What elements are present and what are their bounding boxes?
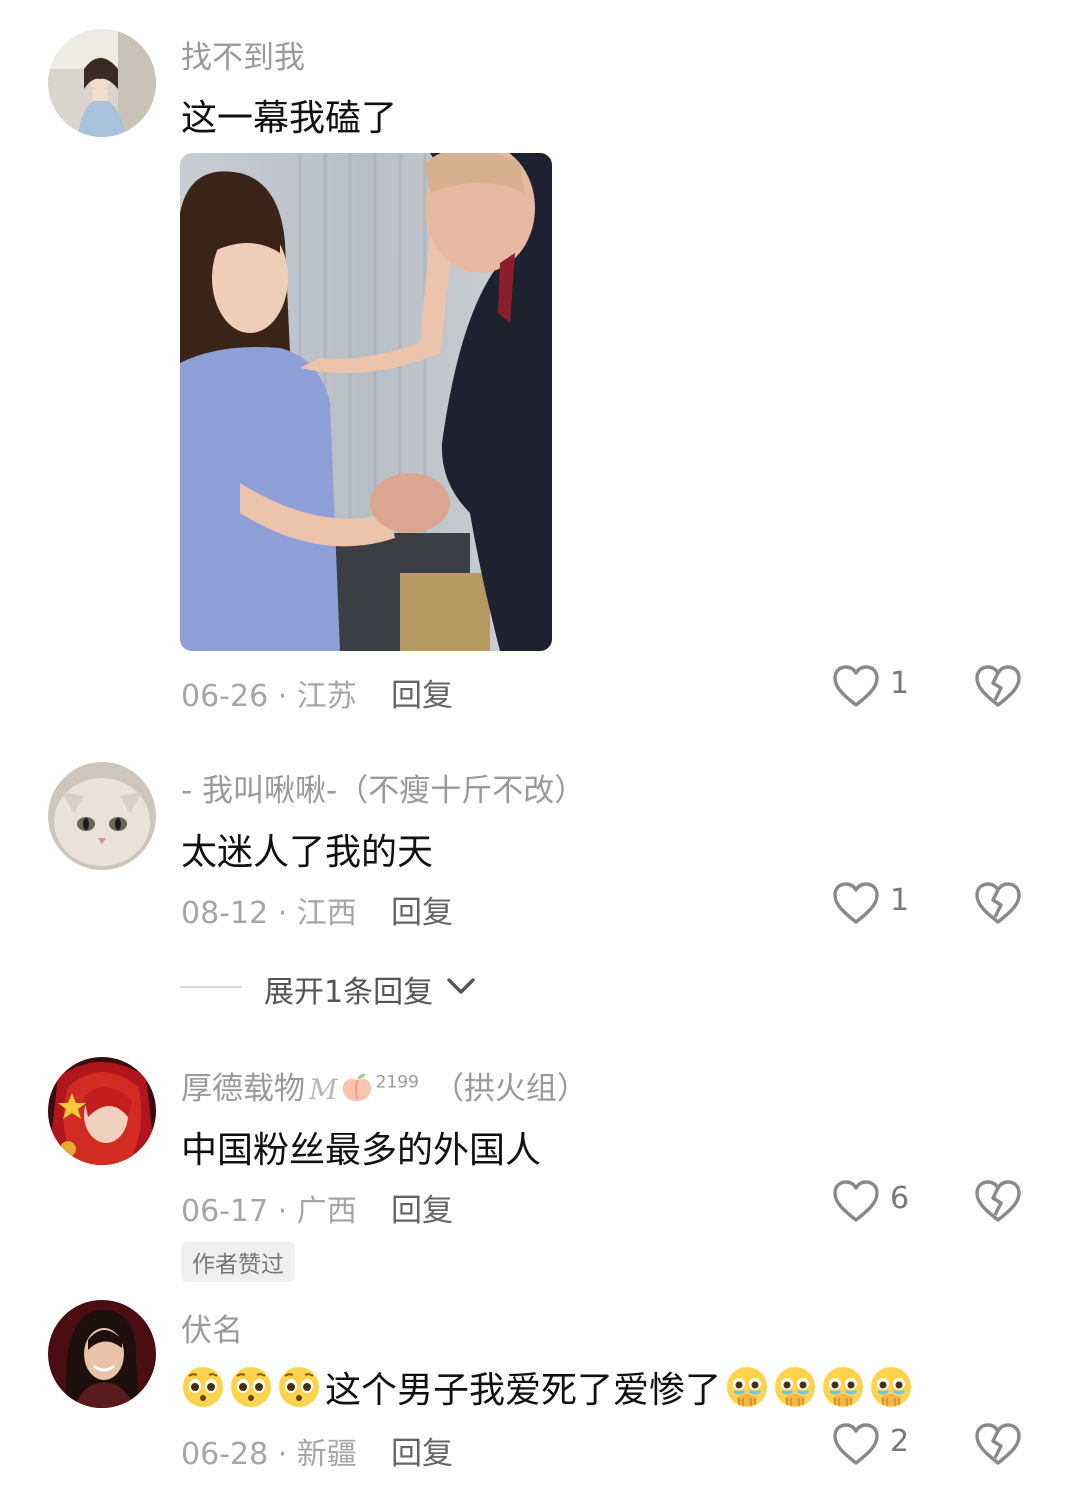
- comment-image[interactable]: [180, 153, 552, 651]
- avatar-image: [48, 762, 156, 870]
- expand-replies-label: 展开1条回复: [264, 975, 434, 1010]
- like-button[interactable]: 6: [832, 1177, 922, 1227]
- peach-icon: [340, 1071, 374, 1111]
- dislike-button[interactable]: [974, 1422, 1024, 1472]
- meta-separator: ·: [268, 1437, 297, 1472]
- comment-location: 江西: [296, 896, 357, 931]
- comment-location: 新疆: [296, 1437, 357, 1472]
- username[interactable]: 伏名: [181, 1305, 243, 1350]
- like-button[interactable]: 2: [832, 1420, 922, 1470]
- username-text: 厚德载物: [181, 1071, 305, 1107]
- avatar[interactable]: [48, 1057, 156, 1165]
- holding-back-tears-icon: [773, 1365, 817, 1409]
- comment-text: 这一幕我磕了: [181, 98, 398, 139]
- username[interactable]: - 我叫啾啾-（不瘦十斤不改）: [181, 765, 585, 810]
- comment-meta: 06-26 · 江苏: [181, 671, 357, 715]
- comment-date: 06-17: [181, 1194, 269, 1229]
- broken-heart-icon: [975, 1423, 1021, 1465]
- pleading-face-icon: [181, 1365, 225, 1409]
- pleading-face-icon: [229, 1365, 273, 1409]
- dislike-button[interactable]: [974, 1179, 1024, 1229]
- divider-line: [180, 986, 242, 988]
- username-level: 2199: [375, 1072, 419, 1093]
- meta-separator: ·: [268, 679, 297, 714]
- avatar-image: [48, 1057, 156, 1165]
- heart-outline-icon: [833, 1180, 879, 1222]
- reply-button[interactable]: 回复: [391, 670, 453, 715]
- avatar[interactable]: [48, 1300, 156, 1408]
- comment-date: 08-12: [181, 896, 269, 931]
- reply-button[interactable]: 回复: [391, 1428, 453, 1473]
- reply-button[interactable]: 回复: [391, 887, 453, 932]
- avatar[interactable]: [48, 29, 156, 137]
- comment-meta: 06-28 · 新疆: [181, 1429, 357, 1473]
- broken-heart-icon: [975, 665, 1021, 707]
- pleading-face-icon: [277, 1365, 321, 1409]
- like-count: 2: [890, 1424, 910, 1459]
- comment-date: 06-28: [181, 1437, 269, 1472]
- broken-heart-icon: [975, 882, 1021, 924]
- dislike-button[interactable]: [974, 664, 1024, 714]
- comment-date: 06-26: [181, 679, 269, 714]
- like-count: 1: [890, 883, 910, 918]
- like-count: 1: [890, 666, 910, 701]
- username[interactable]: 找不到我: [181, 32, 305, 77]
- meta-separator: ·: [268, 896, 297, 931]
- comment-meta: 08-12 · 江西: [181, 888, 357, 932]
- like-button[interactable]: 1: [832, 879, 922, 929]
- holding-back-tears-icon: [725, 1365, 769, 1409]
- comment-location: 广西: [296, 1194, 357, 1229]
- comment-meta: 06-17 · 广西: [181, 1186, 357, 1230]
- heart-outline-icon: [833, 665, 879, 707]
- heart-outline-icon: [833, 882, 879, 924]
- comment-text: 中国粉丝最多的外国人: [181, 1130, 542, 1171]
- avatar-image: [48, 1300, 156, 1408]
- username[interactable]: 厚德载物 M 2199 （拱火组）: [181, 1063, 588, 1111]
- reply-button[interactable]: 回复: [391, 1185, 453, 1230]
- username-badge: M: [309, 1073, 338, 1106]
- avatar[interactable]: [48, 762, 156, 870]
- heart-outline-icon: [833, 1423, 879, 1465]
- holding-back-tears-icon: [869, 1365, 913, 1409]
- comment-text-content: 这个男子我爱死了爱惨了: [325, 1370, 722, 1411]
- holding-back-tears-icon: [821, 1365, 865, 1409]
- like-count: 6: [890, 1181, 910, 1216]
- username-suffix: （拱火组）: [432, 1071, 588, 1107]
- chevron-down-icon: [447, 978, 475, 994]
- comment-photo: [180, 153, 552, 651]
- author-liked-badge: 作者赞过: [181, 1242, 295, 1282]
- comment-text: 太迷人了我的天: [181, 832, 434, 873]
- dislike-button[interactable]: [974, 881, 1024, 931]
- comment-location: 江苏: [296, 679, 357, 714]
- meta-separator: ·: [268, 1194, 297, 1229]
- like-button[interactable]: 1: [832, 662, 922, 712]
- comment-text: 这个男子我爱死了爱惨了: [181, 1361, 917, 1413]
- avatar-image: [48, 29, 156, 137]
- broken-heart-icon: [975, 1180, 1021, 1222]
